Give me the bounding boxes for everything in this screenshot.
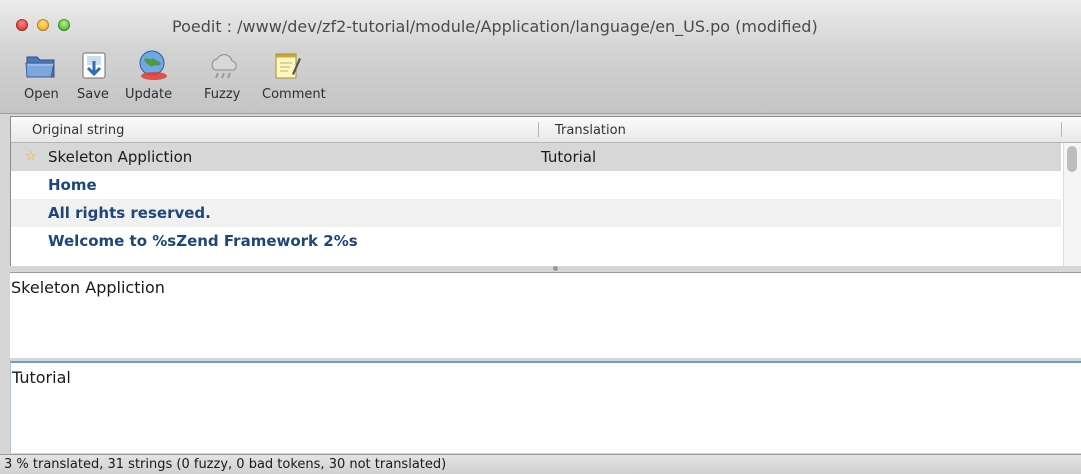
column-header-original[interactable]: Original string xyxy=(32,123,124,138)
strings-list[interactable]: Original string Translation ☆ Skeleton A… xyxy=(10,116,1081,267)
column-divider[interactable] xyxy=(1061,122,1062,137)
minimize-button[interactable] xyxy=(37,19,49,31)
window-title: Poedit : /www/dev/zf2-tutorial/module/Ap… xyxy=(172,17,818,36)
save-button[interactable]: Save xyxy=(75,48,115,108)
save-icon xyxy=(82,52,106,79)
open-button[interactable]: Open xyxy=(24,48,64,108)
status-bar: 3 % translated, 31 strings (0 fuzzy, 0 b… xyxy=(0,454,1081,474)
splitter-grip-icon[interactable] xyxy=(553,266,558,271)
row-original: Welcome to %sZend Framework 2%s xyxy=(48,232,358,250)
list-scrollbar[interactable] xyxy=(1063,143,1081,266)
comment-notepad-icon xyxy=(275,53,301,79)
status-text: 3 % translated, 31 strings (0 fuzzy, 0 b… xyxy=(4,457,447,472)
update-button[interactable]: Update xyxy=(125,48,181,108)
row-translation: Tutorial xyxy=(541,148,597,166)
zoom-button[interactable] xyxy=(58,19,70,31)
save-label: Save xyxy=(77,87,109,102)
list-header: Original string Translation xyxy=(11,117,1081,143)
open-label: Open xyxy=(24,87,59,102)
title-toolbar-area: Poedit : /www/dev/zf2-tutorial/module/Ap… xyxy=(0,0,1081,114)
poedit-window: Poedit : /www/dev/zf2-tutorial/module/Ap… xyxy=(0,0,1081,474)
scrollbar-thumb[interactable] xyxy=(1067,146,1077,172)
row-original: Skeleton Appliction xyxy=(48,148,193,166)
fuzzy-toggle[interactable]: Fuzzy xyxy=(204,48,252,108)
source-text-view: Skeleton Appliction xyxy=(10,272,1081,358)
source-text: Skeleton Appliction xyxy=(11,278,165,297)
table-row[interactable]: Welcome to %sZend Framework 2%s xyxy=(11,227,1061,255)
row-original: All rights reserved. xyxy=(48,204,211,222)
table-row[interactable]: ☆ Skeleton Appliction Tutorial xyxy=(11,143,1061,171)
folder-open-icon xyxy=(25,56,55,78)
table-row[interactable]: Home xyxy=(11,171,1061,199)
row-original: Home xyxy=(48,176,97,194)
translation-text: Tutorial xyxy=(12,368,71,387)
column-divider[interactable] xyxy=(538,122,539,137)
star-icon: ☆ xyxy=(25,149,37,164)
comment-label: Comment xyxy=(262,87,326,102)
update-label: Update xyxy=(125,87,173,102)
update-globe-icon xyxy=(139,50,167,80)
table-row[interactable]: All rights reserved. xyxy=(11,199,1061,227)
comment-button[interactable]: Comment xyxy=(262,48,338,108)
column-header-translation[interactable]: Translation xyxy=(555,123,626,138)
fuzzy-label: Fuzzy xyxy=(204,87,241,102)
translation-text-field[interactable]: Tutorial xyxy=(10,361,1081,453)
close-button[interactable] xyxy=(16,19,28,31)
fuzzy-cloud-icon xyxy=(211,54,237,79)
